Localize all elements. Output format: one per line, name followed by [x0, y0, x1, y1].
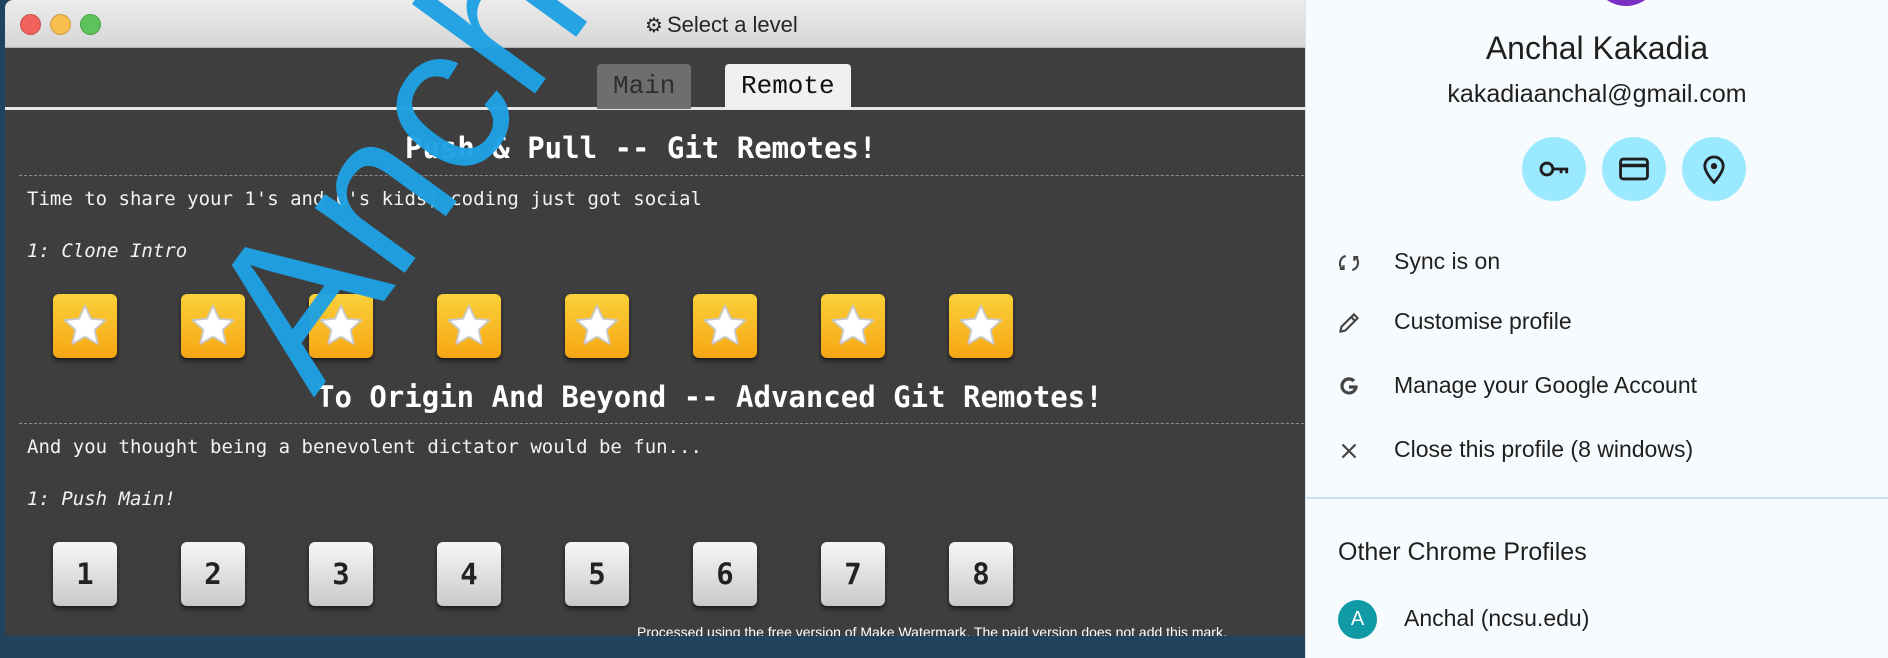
level-button[interactable]: 1 — [53, 542, 117, 606]
star-icon — [575, 304, 619, 345]
title-bar: ⚙ Select a level — [5, 0, 1335, 48]
sync-icon — [1338, 254, 1360, 272]
window-maximize-button[interactable] — [80, 14, 101, 35]
payment-methods-button[interactable] — [1602, 137, 1666, 201]
tab-main[interactable]: Main — [597, 64, 692, 109]
level-star-tile[interactable] — [53, 294, 117, 358]
close-profile-label: Close this profile (8 windows) — [1394, 436, 1694, 462]
level-button[interactable]: 6 — [693, 542, 757, 606]
sublevel-label: 1: Push Main! — [27, 488, 176, 510]
star-icon — [959, 304, 1003, 345]
addresses-button[interactable] — [1682, 137, 1746, 201]
level-star-tile[interactable] — [693, 294, 757, 358]
avatar — [1593, 0, 1659, 6]
star-icon — [447, 304, 491, 345]
level-button[interactable]: 8 — [949, 542, 1013, 606]
other-profiles-heading: Other Chrome Profiles — [1338, 538, 1587, 566]
chrome-profile-panel: Anchal Kakadia kakadiaanchal@gmail.com S… — [1305, 0, 1888, 658]
credit-card-icon — [1619, 157, 1649, 181]
level-star-tile[interactable] — [821, 294, 885, 358]
close-profile-menu-item[interactable]: Close this profile (8 windows) — [1306, 426, 1888, 474]
gear-icon: ⚙ — [645, 13, 663, 37]
sublevel-label: 1: Clone Intro — [27, 240, 188, 262]
profile-email: kakadiaanchal@gmail.com — [1447, 80, 1747, 108]
star-icon — [831, 304, 875, 345]
section-description: And you thought being a benevolent dicta… — [27, 436, 702, 458]
google-icon — [1340, 377, 1358, 395]
customise-profile-label: Customise profile — [1394, 308, 1572, 334]
window-title-text: Select a level — [666, 12, 798, 37]
section-title: To Origin And Beyond -- Advanced Git Rem… — [317, 380, 1103, 414]
level-button[interactable]: 3 — [309, 542, 373, 606]
level-star-tile[interactable] — [949, 294, 1013, 358]
location-pin-icon — [1703, 155, 1725, 185]
manage-google-account-menu-item[interactable]: Manage your Google Account — [1306, 362, 1888, 410]
other-profile-item[interactable]: Anchal (ncsu.edu) — [1404, 605, 1589, 632]
star-icon — [63, 304, 107, 345]
level-star-tile[interactable] — [565, 294, 629, 358]
watermark-notice: Processed using the free version of Make… — [637, 624, 1227, 636]
key-icon — [1539, 161, 1569, 177]
sync-menu-item[interactable]: Sync is on — [1306, 238, 1888, 286]
star-icon — [703, 304, 747, 345]
customise-profile-menu-item[interactable]: Customise profile — [1306, 298, 1888, 346]
section-divider — [19, 175, 1319, 176]
tab-remote[interactable]: Remote — [725, 64, 851, 109]
level-button[interactable]: 5 — [565, 542, 629, 606]
profile-name: Anchal Kakadia — [1485, 30, 1709, 66]
sync-label: Sync is on — [1394, 248, 1501, 274]
passwords-button[interactable] — [1522, 137, 1586, 201]
level-tabs: Main Remote — [5, 64, 1335, 110]
window-close-button[interactable] — [20, 14, 41, 35]
panel-divider — [1306, 497, 1888, 499]
level-button[interactable]: 4 — [437, 542, 501, 606]
level-button[interactable]: 2 — [181, 542, 245, 606]
window-minimize-button[interactable] — [50, 14, 71, 35]
level-button[interactable]: 7 — [821, 542, 885, 606]
pencil-icon — [1339, 313, 1359, 333]
close-icon — [1341, 443, 1357, 459]
manage-google-account-label: Manage your Google Account — [1394, 372, 1698, 398]
profile-avatar[interactable]: A — [1338, 600, 1377, 639]
level-star-tile[interactable] — [437, 294, 501, 358]
window-title: ⚙ Select a level — [645, 12, 798, 38]
section-divider — [19, 423, 1319, 424]
